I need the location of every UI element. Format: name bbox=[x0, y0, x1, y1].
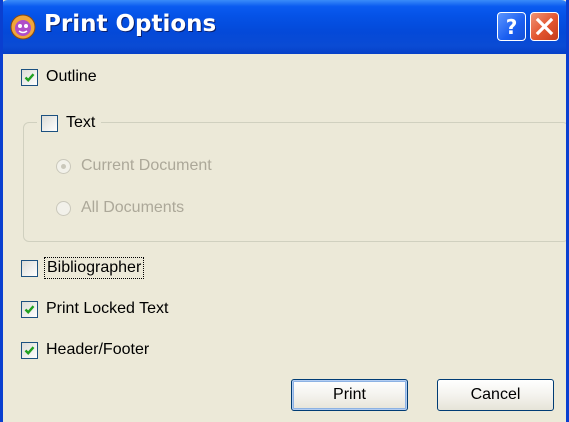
help-icon: ? bbox=[506, 15, 518, 39]
outline-checkbox[interactable] bbox=[21, 68, 38, 86]
current-document-option[interactable]: Current Document bbox=[56, 155, 212, 177]
all-documents-radio[interactable] bbox=[56, 200, 71, 216]
checkmark-icon bbox=[24, 72, 35, 82]
text-label: Text bbox=[66, 114, 96, 131]
outline-option[interactable]: Outline bbox=[21, 66, 97, 88]
header-footer-label: Header/Footer bbox=[46, 341, 150, 358]
print-button[interactable]: Print bbox=[291, 379, 408, 411]
checkmark-icon bbox=[24, 345, 35, 355]
header-footer-option[interactable]: Header/Footer bbox=[21, 339, 149, 361]
dialog-title: Print Options bbox=[44, 11, 217, 37]
bibliographer-checkbox[interactable] bbox=[21, 259, 38, 277]
text-option[interactable]: Text bbox=[37, 112, 102, 134]
print-options-dialog: Print Options ? Outline Text Current Doc… bbox=[0, 0, 569, 422]
close-button[interactable] bbox=[530, 12, 559, 41]
print-locked-text-option[interactable]: Print Locked Text bbox=[21, 298, 168, 320]
text-checkbox[interactable] bbox=[41, 114, 58, 132]
bibliographer-option[interactable]: Bibliographer bbox=[21, 257, 145, 279]
checkmark-icon bbox=[24, 304, 35, 314]
help-button[interactable]: ? bbox=[497, 12, 526, 41]
all-documents-label: All Documents bbox=[81, 199, 185, 216]
app-icon bbox=[10, 14, 36, 40]
current-document-radio[interactable] bbox=[56, 158, 71, 174]
close-icon bbox=[535, 17, 554, 36]
svg-text:?: ? bbox=[506, 15, 518, 39]
all-documents-option[interactable]: All Documents bbox=[56, 197, 184, 219]
text-groupbox bbox=[23, 122, 566, 242]
print-locked-text-checkbox[interactable] bbox=[21, 300, 38, 318]
current-document-label: Current Document bbox=[81, 157, 212, 174]
outline-label: Outline bbox=[46, 68, 97, 85]
print-locked-text-label: Print Locked Text bbox=[46, 300, 169, 317]
header-footer-checkbox[interactable] bbox=[21, 341, 38, 359]
title-bar[interactable]: Print Options ? bbox=[3, 0, 566, 54]
cancel-button[interactable]: Cancel bbox=[437, 379, 554, 411]
bibliographer-label: Bibliographer bbox=[43, 257, 145, 279]
